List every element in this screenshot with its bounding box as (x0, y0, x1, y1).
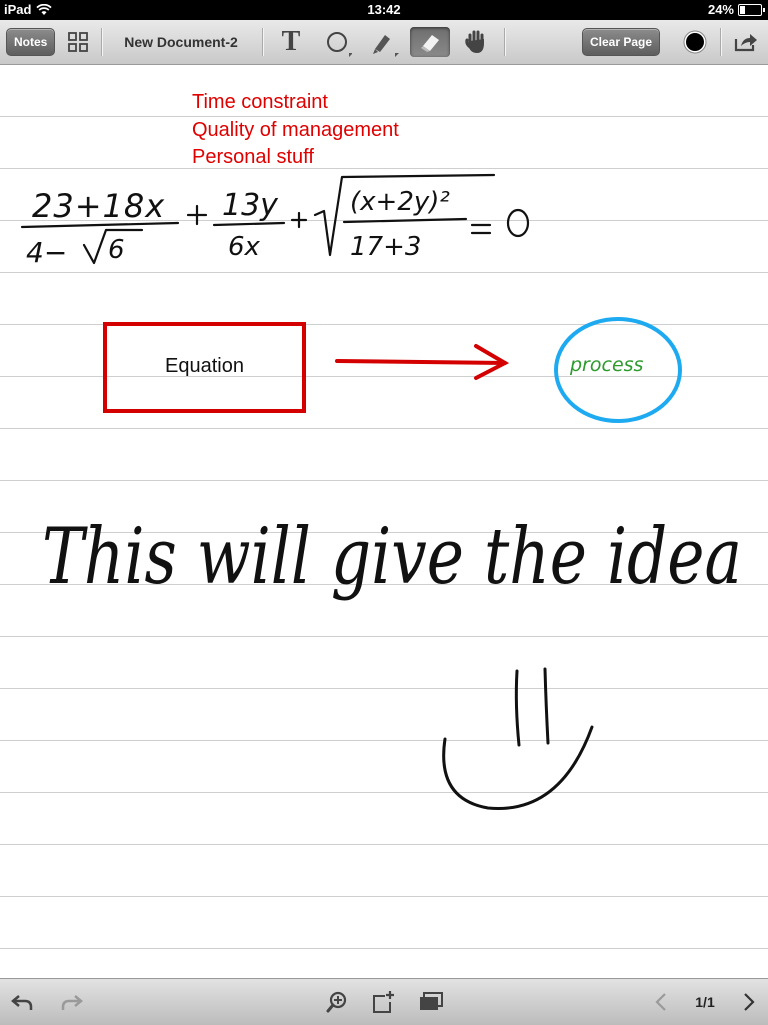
highlighter-icon[interactable] (366, 20, 400, 64)
equation-box-label: Equation (165, 355, 244, 377)
clear-page-wrap: Clear Page (582, 20, 661, 64)
notes-button[interactable]: Notes (6, 28, 56, 56)
text-tool-glyph: T (281, 26, 301, 57)
eraser-icon[interactable] (410, 27, 450, 57)
bottom-toolbar: 1/1 (0, 978, 768, 1025)
toolbar-divider (504, 28, 505, 56)
battery-icon (738, 3, 765, 16)
svg-text:6: 6 (108, 235, 125, 265)
page-indicator: 1/1 (695, 994, 715, 1010)
handwritten-sentence: This will give the idea (42, 512, 742, 602)
next-page-icon[interactable] (736, 979, 762, 1025)
arrow-shape (335, 344, 510, 380)
process-label: process (569, 354, 644, 376)
equation-box[interactable]: Equation (103, 322, 306, 413)
document-title[interactable]: New Document-2 (124, 34, 238, 50)
top-toolbar: Notes New Document-2 T Clear Page (0, 20, 768, 65)
clock: 13:42 (367, 2, 401, 17)
smiley-drawing (442, 667, 594, 811)
toolbar-divider (720, 28, 721, 56)
clear-page-button[interactable]: Clear Page (582, 28, 661, 56)
notes-button-wrap: Notes (6, 20, 56, 64)
text-icon[interactable]: T (274, 20, 308, 64)
grid-icon[interactable] (64, 20, 92, 64)
svg-text:23+18x: 23+18x (32, 187, 165, 225)
eraser-tool-wrap (408, 20, 452, 64)
toolbar-divider (101, 28, 102, 56)
note-page[interactable]: Time constraint Quality of management Pe… (0, 65, 768, 978)
add-page-icon[interactable] (368, 979, 398, 1025)
zoom-icon[interactable] (322, 979, 352, 1025)
svg-text:6x: 6x (228, 232, 261, 262)
page-indicator-wrap: 1/1 (688, 979, 722, 1025)
svg-text:(x+2y)²: (x+2y)² (350, 187, 450, 217)
ink-layer: 23+18x 4− 6 13y 6x (x+2y)² 17+3 process … (20, 173, 742, 811)
svg-text:13y: 13y (222, 188, 279, 223)
svg-text:17+3: 17+3 (350, 232, 421, 262)
undo-icon[interactable] (8, 979, 38, 1025)
toolbar-divider (262, 28, 263, 56)
color-dot-icon[interactable] (678, 20, 712, 64)
status-bar: iPad 13:42 24% (0, 0, 768, 20)
shape-icon[interactable] (320, 20, 354, 64)
svg-text:4−: 4− (26, 236, 67, 269)
prev-page-icon[interactable] (648, 979, 674, 1025)
redo-icon[interactable] (56, 979, 86, 1025)
hand-icon[interactable] (460, 20, 494, 64)
handwritten-equation: 23+18x 4− 6 13y 6x (x+2y)² 17+3 (20, 173, 530, 269)
battery-percent: 24% (707, 2, 734, 17)
document-title-wrap: New Document-2 (110, 20, 252, 64)
pages-icon[interactable] (416, 979, 446, 1025)
share-icon[interactable] (728, 20, 764, 64)
